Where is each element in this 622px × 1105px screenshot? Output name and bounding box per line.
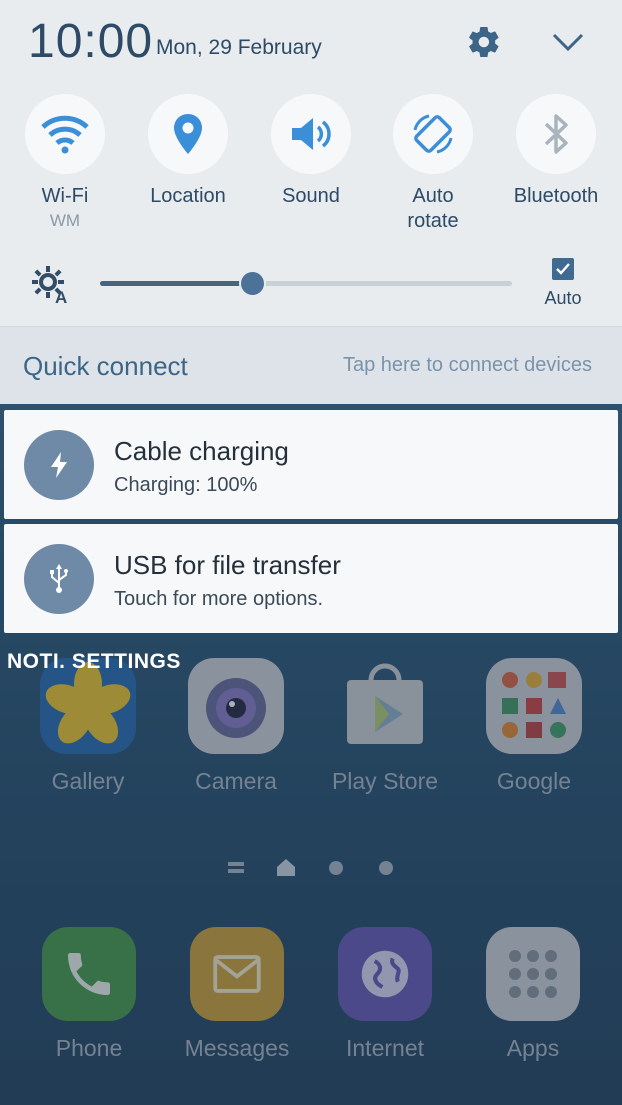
brightness-auto-icon: A [30, 264, 72, 309]
quick-settings-panel: 10:00 Mon, 29 February Wi-Fi WM Location… [0, 0, 622, 404]
notification-text: Touch for more options. [114, 588, 323, 610]
notification-title: Cable charging [114, 436, 289, 466]
checkbox-checked-icon [552, 258, 574, 280]
lightning-icon [24, 430, 94, 500]
settings-button[interactable] [462, 22, 506, 62]
quick-toggles: Wi-Fi WM Location Sound Auto rotate Blue… [0, 94, 622, 244]
auto-rotate-icon [413, 114, 453, 154]
auto-label: Auto [544, 288, 582, 308]
toggle-location[interactable]: Location [127, 94, 249, 209]
clock: 10:00 [28, 15, 154, 68]
notification-usb[interactable]: USB for file transfer Touch for more opt… [4, 524, 618, 633]
noti-settings-button[interactable]: NOTI. SETTINGS [7, 650, 181, 674]
quick-connect-title: Quick connect [23, 351, 188, 381]
quick-connect-bar[interactable]: Quick connect Tap here to connect device… [0, 326, 622, 404]
brightness-fill [100, 281, 253, 286]
wifi-button[interactable] [25, 94, 105, 174]
toggle-auto-rotate[interactable]: Auto rotate [372, 94, 494, 234]
toggle-label: Sound [282, 185, 340, 207]
notification-text: Charging: 100% [114, 474, 258, 496]
sound-button[interactable] [271, 94, 351, 174]
brightness-slider[interactable] [100, 270, 512, 297]
chevron-down-icon [552, 33, 584, 52]
bluetooth-button[interactable] [516, 94, 596, 174]
gear-icon [469, 26, 499, 58]
svg-text:A: A [55, 288, 67, 304]
collapse-button[interactable] [546, 22, 590, 62]
speaker-icon [292, 118, 331, 150]
panel-header: 10:00 Mon, 29 February [0, 0, 622, 80]
toggle-sublabel: WM [49, 211, 81, 230]
quick-connect-hint: Tap here to connect devices [342, 354, 592, 376]
date: Mon, 29 February [156, 36, 322, 59]
wifi-icon [41, 115, 89, 154]
auto-rotate-button[interactable] [393, 94, 473, 174]
brightness-thumb[interactable] [238, 270, 266, 297]
toggle-label: Bluetooth [513, 185, 599, 207]
toggle-label: Location [150, 185, 226, 207]
notification-title: USB for file transfer [114, 550, 341, 580]
toggle-bluetooth[interactable]: Bluetooth [495, 94, 617, 209]
location-pin-icon [174, 114, 202, 154]
toggle-label: Auto rotate [407, 185, 459, 232]
bluetooth-icon [544, 114, 568, 154]
notification-charging[interactable]: Cable charging Charging: 100% [4, 410, 618, 519]
toggle-label: Wi-Fi [41, 185, 89, 207]
toggle-sound[interactable]: Sound [250, 94, 372, 209]
toggle-wifi[interactable]: Wi-Fi WM [4, 94, 126, 233]
auto-brightness-checkbox[interactable]: Auto [538, 258, 588, 309]
usb-icon [24, 544, 94, 614]
location-button[interactable] [148, 94, 228, 174]
brightness-row: A Auto [0, 252, 622, 322]
